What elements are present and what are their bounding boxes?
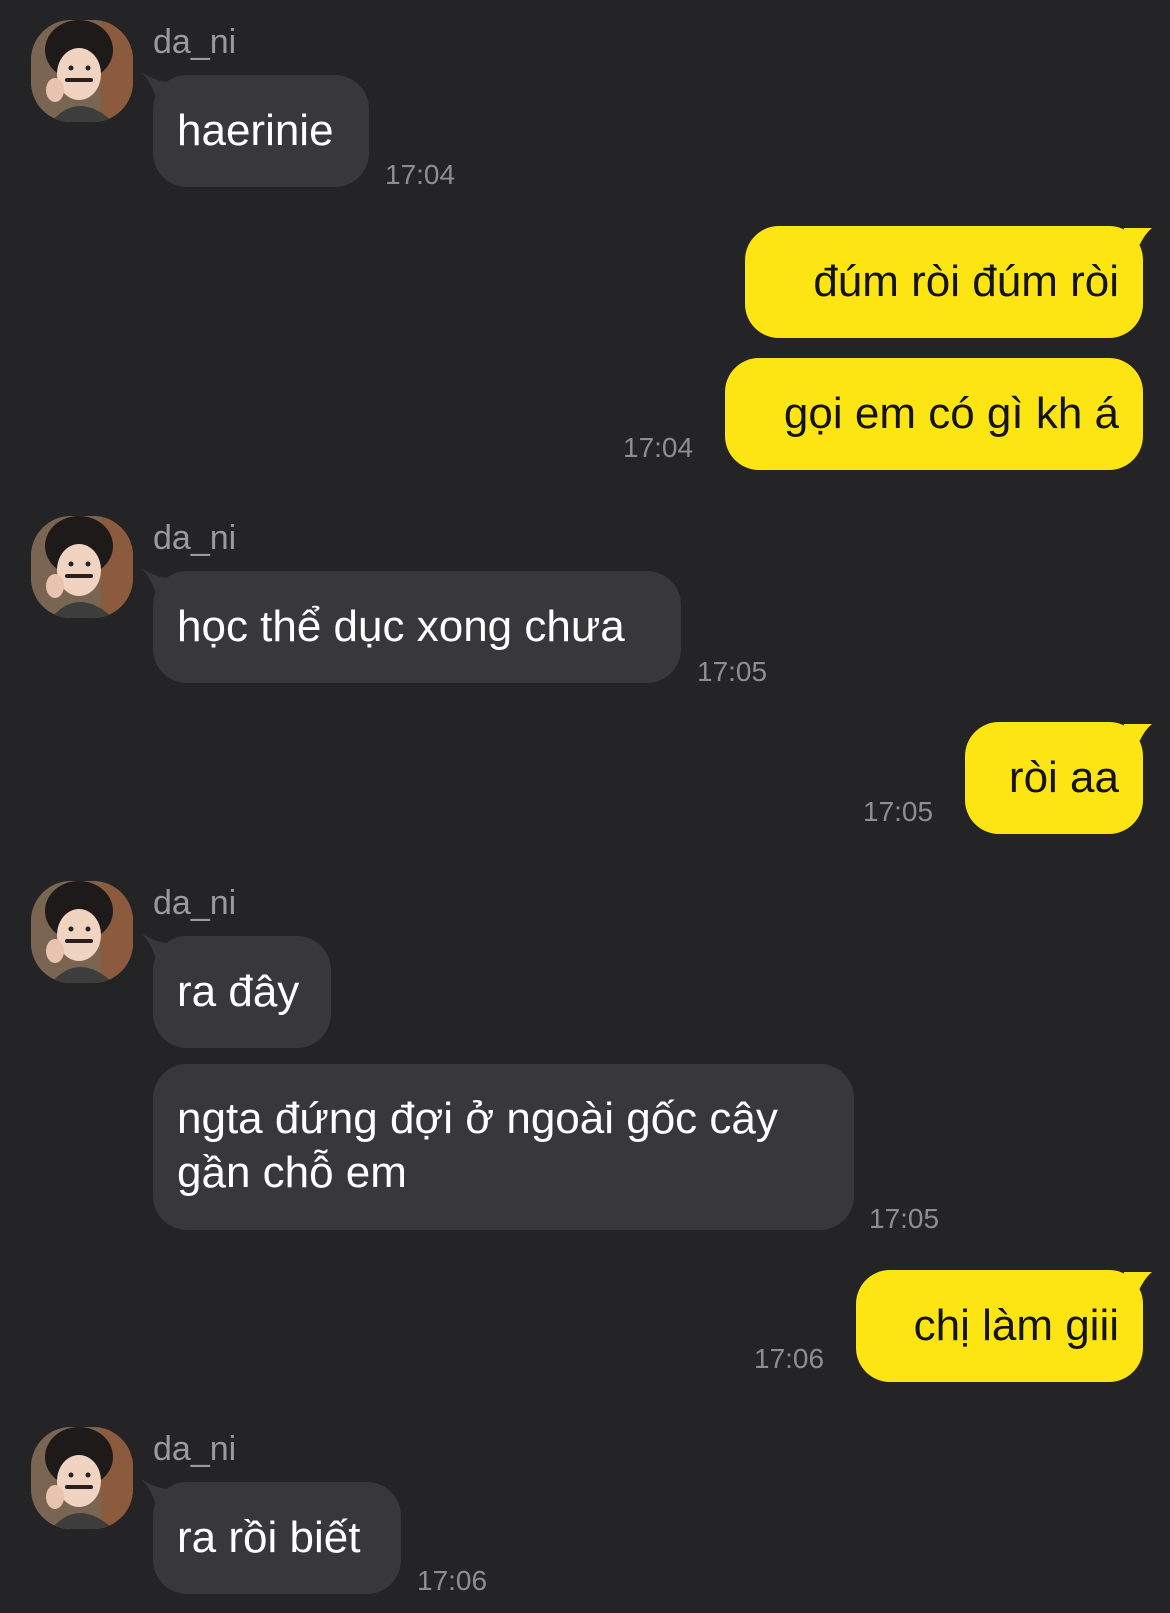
message-bubble-outgoing[interactable]: gọi em có gì kh á [725,358,1143,470]
sender-name: da_ni [153,23,237,61]
message-text: học thể dục xong chưa [177,602,625,651]
bubble-tail-icon [1124,724,1152,754]
sender-name: da_ni [153,884,237,922]
message-text: ngta đứng đợi ở ngoài gốc cây gần chỗ em [177,1094,778,1197]
contact-avatar[interactable] [31,20,133,122]
message-timestamp: 17:04 [385,159,456,190]
bubble-tail-icon [1124,1272,1152,1302]
profile-photo-avatar-icon [31,881,133,983]
message-text: chị làm giii [913,1301,1119,1350]
bubble-tail-icon [1124,228,1152,258]
profile-photo-avatar-icon [31,20,133,122]
message-bubble-incoming[interactable]: ra rồi biết [153,1482,401,1594]
message-text: ròi aa [1008,753,1119,802]
message-timestamp: 17:06 [417,1565,488,1596]
message-bubble-outgoing[interactable]: đúm ròi đúm ròi [745,226,1143,338]
message-timestamp: 17:05 [697,656,768,687]
message-text: ra rồi biết [177,1513,361,1562]
message-text: ra đây [177,967,300,1016]
profile-photo-avatar-icon [31,516,133,618]
sender-name: da_ni [153,1430,237,1468]
message-text: gọi em có gì kh á [783,389,1119,438]
contact-avatar[interactable] [31,516,133,618]
message-text: đúm ròi đúm ròi [813,257,1119,306]
message-timestamp: 17:04 [623,432,694,463]
message-bubble-incoming[interactable]: haerinie [153,75,369,187]
message-timestamp: 17:05 [869,1203,940,1234]
message-text: haerinie [177,106,334,155]
message-bubble-incoming[interactable]: ngta đứng đợi ở ngoài gốc cây gần chỗ em [153,1064,854,1230]
message-bubble-outgoing[interactable]: ròi aa [965,722,1143,834]
profile-photo-avatar-icon [31,1427,133,1529]
chat-message-list[interactable]: da_ni haerinie 17:04 đúm ròi đúm ròi gọi… [0,0,1170,1613]
message-bubble-incoming[interactable]: học thể dục xong chưa [153,571,681,683]
contact-avatar[interactable] [31,1427,133,1529]
contact-avatar[interactable] [31,881,133,983]
sender-name: da_ni [153,519,237,557]
message-bubble-incoming[interactable]: ra đây [153,936,331,1048]
message-timestamp: 17:06 [754,1343,825,1374]
message-bubble-outgoing[interactable]: chị làm giii [856,1270,1143,1382]
message-timestamp: 17:05 [863,796,934,827]
